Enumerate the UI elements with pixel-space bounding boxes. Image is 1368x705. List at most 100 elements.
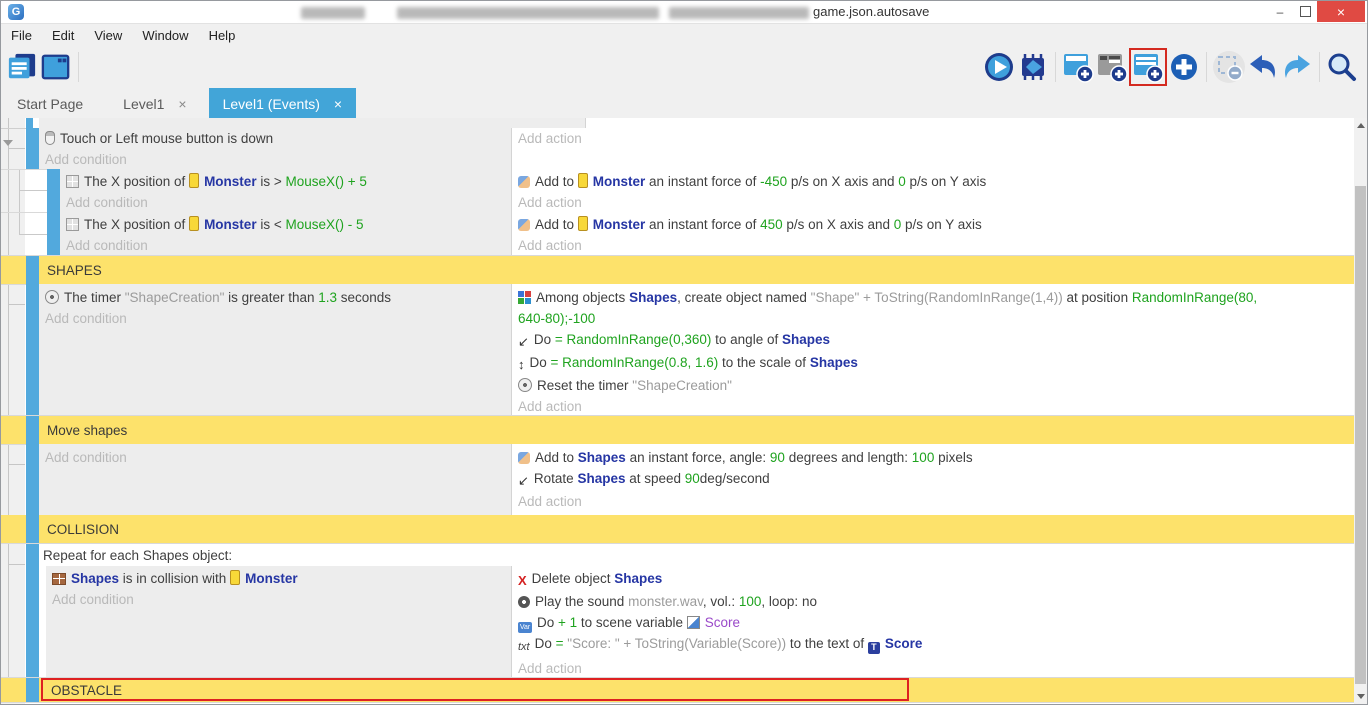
action-line[interactable]: Reset the timer "ShapeCreation": [512, 375, 1354, 396]
scrollbar-thumb[interactable]: [1355, 186, 1366, 684]
menu-view[interactable]: View: [84, 28, 132, 43]
scroll-up-icon[interactable]: [1357, 123, 1365, 128]
condition-line[interactable]: Shapes is in collision with Monster: [46, 566, 511, 589]
toolbar: [1, 46, 1367, 88]
add-condition-link[interactable]: Add condition: [60, 192, 511, 213]
action-line[interactable]: Do = RandomInRange(0.8, 1.6) to the scal…: [512, 352, 1354, 375]
action-line[interactable]: Add to Monster an instant force of 450 p…: [512, 212, 1354, 235]
mouse-icon: [45, 131, 55, 145]
event-row-touch[interactable]: Touch or Left mouse button is down Add c…: [1, 128, 1354, 170]
project-manager-button[interactable]: [5, 50, 39, 84]
scroll-down-icon[interactable]: [1357, 694, 1365, 699]
text-run: seconds: [337, 290, 391, 305]
repeat-header[interactable]: Repeat for each Shapes object:: [39, 544, 1354, 566]
tab-close-icon[interactable]: ×: [334, 96, 342, 112]
debug-button[interactable]: [1016, 50, 1050, 84]
condition-line[interactable]: The X position of Monster is < MouseX() …: [60, 212, 511, 235]
group-row-obstacle[interactable]: OBSTACLE: [1, 678, 1354, 703]
text-run: Add to: [535, 217, 578, 232]
action-line[interactable]: Among objects Shapes, create object name…: [512, 284, 1292, 329]
search-button[interactable]: [1325, 50, 1359, 84]
menu-edit[interactable]: Edit: [42, 28, 84, 43]
action-line[interactable]: Play the sound monster.wav, vol.: 100, l…: [512, 591, 1354, 612]
text-run: , vol.:: [703, 594, 739, 609]
group-label[interactable]: SHAPES: [47, 256, 102, 284]
subevent-row-1[interactable]: The X position of Monster is > MouseX() …: [1, 169, 1354, 213]
text-run: "ShapeCreation": [632, 378, 732, 393]
tab-level1-events[interactable]: Level1 (Events) ×: [209, 88, 356, 119]
add-condition-link[interactable]: Add condition: [39, 444, 511, 468]
add-other-button[interactable]: [1167, 50, 1201, 84]
add-action-link[interactable]: Add action: [512, 235, 1354, 256]
condition-cell: [39, 118, 586, 128]
condition-line[interactable]: The timer "ShapeCreation" is greater tha…: [39, 284, 511, 308]
subevent-row-2[interactable]: The X position of Monster is < MouseX() …: [1, 212, 1354, 256]
add-action-link[interactable]: Add action: [512, 396, 1354, 417]
text-run: an instant force, angle:: [626, 450, 770, 465]
undo-button[interactable]: [1246, 50, 1280, 84]
vertical-scrollbar[interactable]: [1354, 118, 1367, 704]
add-condition-link[interactable]: Add condition: [39, 308, 511, 329]
action-line[interactable]: Do = RandomInRange(0,360) to angle of Sh…: [512, 329, 1354, 352]
add-subevent-button[interactable]: [1129, 48, 1167, 86]
tab-start-page[interactable]: Start Page: [3, 88, 97, 119]
add-action-link[interactable]: Add action: [512, 491, 1354, 512]
text-run: degrees and length:: [785, 450, 912, 465]
event-row-move[interactable]: Add condition Add to Shapes an instant f…: [1, 444, 1354, 516]
monster-icon: [230, 570, 240, 585]
action-line[interactable]: Rotate Shapes at speed 90deg/second: [512, 468, 1354, 491]
action-line[interactable]: Delete object Shapes: [512, 566, 1354, 591]
close-button[interactable]: ×: [1317, 1, 1365, 22]
add-condition-link[interactable]: Add condition: [39, 149, 511, 170]
action-line[interactable]: Do = "Score: " + ToString(Variable(Score…: [512, 633, 1354, 658]
text-run: monster.wav: [628, 594, 703, 609]
events-sheet: Touch or Left mouse button is down Add c…: [1, 118, 1367, 704]
group-label[interactable]: Move shapes: [47, 416, 127, 444]
redacted-title-text: [397, 7, 659, 19]
scene-editor-button[interactable]: [39, 50, 73, 84]
text-run: 100: [739, 594, 762, 609]
add-action-link[interactable]: Add action: [512, 128, 1354, 149]
group-row-move-shapes[interactable]: Move shapes: [1, 416, 1354, 445]
event-row-timer[interactable]: The timer "ShapeCreation" is greater tha…: [1, 284, 1354, 416]
text-run: Shapes: [577, 471, 625, 486]
add-comment-button[interactable]: [1095, 50, 1129, 84]
event-bar: [26, 128, 39, 169]
event-row-repeat-collision[interactable]: Repeat for each Shapes object: Shapes is…: [1, 544, 1354, 678]
redo-button[interactable]: [1280, 50, 1314, 84]
action-line[interactable]: Add to Monster an instant force of -450 …: [512, 169, 1354, 192]
menu-file[interactable]: File: [1, 28, 42, 43]
condition-line[interactable]: The X position of Monster is > MouseX() …: [60, 169, 511, 192]
play-button[interactable]: [982, 50, 1016, 84]
minimize-button[interactable]: –: [1267, 1, 1293, 22]
add-action-link[interactable]: Add action: [512, 192, 1354, 213]
text-run: no: [802, 594, 817, 609]
text-run: is greater than: [224, 290, 318, 305]
tab-level1[interactable]: Level1 ×: [109, 88, 200, 119]
event-bar: [47, 169, 60, 212]
action-line[interactable]: Add to Shapes an instant force, angle: 9…: [512, 444, 1354, 468]
group-row-shapes[interactable]: SHAPES: [1, 256, 1354, 285]
add-event-button[interactable]: [1061, 50, 1095, 84]
redo-icon: [1281, 51, 1313, 83]
text-run: Monster: [593, 217, 646, 232]
remove-selection-button[interactable]: [1212, 50, 1246, 84]
event-bar: [26, 515, 39, 543]
action-cell: [586, 118, 1354, 128]
add-condition-link[interactable]: Add condition: [60, 235, 511, 256]
group-row-collision[interactable]: COLLISION: [1, 515, 1354, 544]
action-cell: Delete object Shapes Play the sound mons…: [512, 566, 1354, 677]
add-condition-link[interactable]: Add condition: [46, 589, 511, 610]
maximize-button[interactable]: [1293, 1, 1317, 22]
tab-close-icon[interactable]: ×: [178, 96, 186, 112]
create-icon: [518, 291, 531, 304]
add-action-link[interactable]: Add action: [512, 658, 1354, 679]
menu-window[interactable]: Window: [132, 28, 198, 43]
menu-help[interactable]: Help: [199, 28, 246, 43]
action-line[interactable]: Do + 1 to scene variable Score: [512, 612, 1354, 633]
group-label[interactable]: COLLISION: [47, 515, 119, 543]
monster-icon: [189, 216, 199, 231]
condition-line[interactable]: Touch or Left mouse button is down: [39, 128, 511, 149]
add-other-icon: [1168, 51, 1200, 83]
brick-icon: [52, 573, 66, 585]
